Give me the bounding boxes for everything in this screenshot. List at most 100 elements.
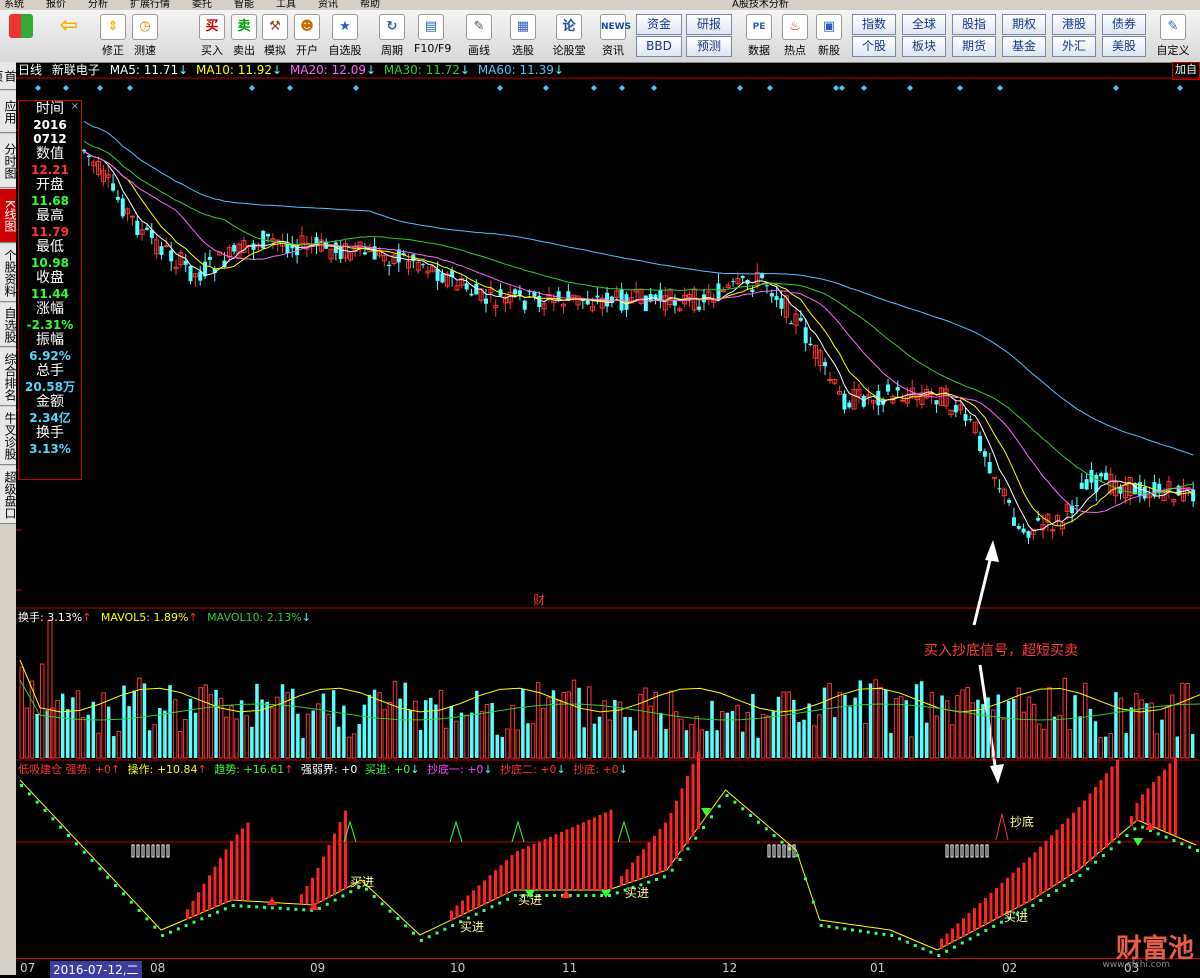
volume-bar [239,700,244,758]
volume-bar [500,737,505,758]
trend-dot [168,930,172,934]
volume-bar [152,724,157,759]
candle-body [163,245,169,248]
buy-signal-label: 买进 [350,875,374,889]
volume-bar [1103,736,1108,758]
candle-body [159,246,164,256]
info-label: 开盘 [36,177,64,193]
volume-bar [403,682,407,758]
trend-dot [27,792,31,796]
candle-body [1074,505,1079,507]
trend-dot [114,884,118,887]
trend-dot [388,909,392,913]
candle-body [232,245,237,252]
strength-bar [697,751,700,829]
volume-bar [479,710,485,759]
trend-dot [1000,920,1003,924]
event-marker-icon [861,85,867,91]
candle-body [169,250,174,262]
volume-bar [464,714,469,759]
strength-bar [450,910,453,921]
x-tick-label: 02 [1002,961,1018,975]
event-marker-icon [737,85,743,91]
volume-bar [321,693,326,758]
trend-dot [756,820,760,824]
boundary-bar [955,844,959,858]
strength-bar [604,812,607,890]
strength-bar [576,824,580,890]
volume-bar [965,687,970,759]
volume-bar [909,736,914,759]
strength-bar [1033,852,1037,899]
volume-bar [546,697,551,759]
volume-bar [925,722,929,758]
volume-bar [1073,695,1077,758]
strength-bar [1152,782,1155,827]
trend-dot [882,932,886,936]
info-value: 11.79 [31,225,69,239]
event-marker-icon [249,85,255,91]
trend-dot [952,945,956,949]
strength-bar [1163,769,1166,831]
volume-bar [1098,736,1103,759]
trend-dot [474,912,478,916]
strength-bar [455,905,459,918]
volume-bar [188,698,193,758]
info-label: 数值 [36,146,64,162]
cursor-date-label: 2016-07-12,二 [50,961,142,978]
event-marker-icon [497,85,503,91]
strength-bar [1050,835,1053,889]
volume-bar [1154,733,1160,759]
strength-bar [224,849,228,904]
boundary-bar [777,844,781,858]
strength-bar [1141,794,1144,822]
candle-body [1079,482,1084,489]
info-label: 金额 [36,394,64,410]
volume-bar [311,710,315,758]
strength-bar [1174,757,1177,836]
trend-dot [435,931,439,935]
volume-bar [387,702,393,759]
strength-bar [186,909,189,920]
volume-bar [756,737,760,758]
volume-bar [331,690,336,758]
candle-body [803,327,808,344]
volume-bar [822,687,827,758]
volume-bar [521,688,525,758]
trend-dot [216,910,219,914]
trend-dot [1133,827,1137,831]
event-marker-icon [767,85,773,91]
candle-body [740,276,745,279]
strength-bar [235,834,239,901]
candle-body [387,264,392,267]
trend-dot [898,937,902,941]
strength-bar [636,855,640,881]
volume-bar [265,701,269,758]
volume-bar [475,690,479,758]
kline-chart-canvas[interactable]: 财买进买进买进买进买进抄底 [0,0,1200,975]
volume-bar [270,707,275,759]
volume-bar [495,734,500,758]
strength-bar [675,800,678,859]
strength-bar [1006,877,1009,914]
boundary-bar [970,844,974,858]
candle-body [987,462,992,474]
strength-bar [620,875,623,886]
strength-bar [494,870,497,900]
indicator-name[interactable]: 低吸建仓 [18,763,62,776]
trend-dot [592,894,596,897]
close-icon[interactable]: × [71,101,79,112]
candle-body [362,252,367,255]
strength-bar [1094,786,1097,857]
candle-body [464,283,469,290]
watermark-url: www.cfchi.com [1102,960,1170,970]
boundary-bar [975,844,979,858]
volume-bar [955,695,960,759]
x-axis: 07 08 09 10 11 12 01 02 03 2016-07-12,二 [16,958,1200,978]
strength-bar [967,913,971,934]
ma10-line [83,150,1194,527]
ma60-line [83,120,1194,456]
trend-dot [819,924,823,927]
volume-bar [275,696,280,759]
trend-dot [772,834,776,837]
